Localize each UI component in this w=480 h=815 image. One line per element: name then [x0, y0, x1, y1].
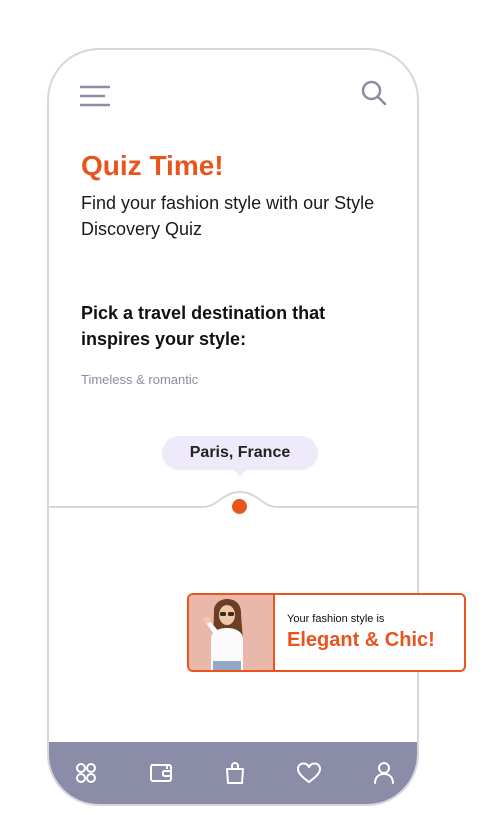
- nav-shop-button[interactable]: [218, 756, 252, 790]
- nav-home-button[interactable]: [69, 756, 103, 790]
- shopping-bag-icon: [225, 762, 244, 784]
- quiz-title: Quiz Time!: [81, 150, 224, 181]
- search-icon[interactable]: [360, 79, 388, 107]
- nav-wallet-button[interactable]: [144, 756, 178, 790]
- selected-option-tooltip: Paris, France: [162, 436, 318, 477]
- result-card: Your fashion style is Elegant & Chic!: [187, 593, 466, 672]
- result-caption: Your fashion style is: [287, 613, 385, 625]
- grid-icon: [76, 763, 97, 783]
- style-photo: [189, 595, 275, 670]
- hamburger-menu-icon[interactable]: [80, 84, 110, 108]
- option-hint: Timeless & romantic: [81, 372, 199, 387]
- wallet-icon: [149, 764, 172, 782]
- quiz-question: Pick a travel destination that inspires …: [81, 303, 326, 349]
- bottom-nav: [49, 742, 417, 804]
- nav-favorites-button[interactable]: [292, 756, 326, 790]
- user-icon: [373, 762, 394, 784]
- result-style: Elegant & Chic!: [287, 629, 435, 651]
- nav-profile-button[interactable]: [367, 756, 401, 790]
- phone-frame: Quiz Time! Find your fashion style with …: [47, 48, 419, 806]
- heart-icon: [297, 762, 322, 783]
- slider-handle[interactable]: [232, 499, 247, 514]
- quiz-subtitle: Find your fashion style with our Style D…: [81, 193, 375, 239]
